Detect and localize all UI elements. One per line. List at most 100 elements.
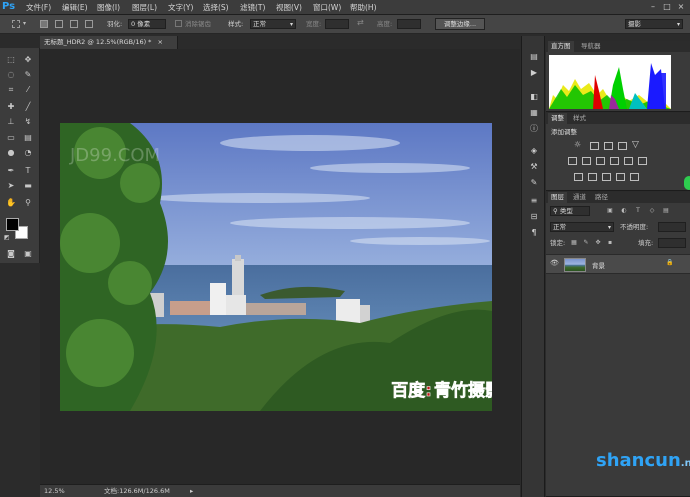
filter-smart-icon[interactable]: ▤ xyxy=(662,207,670,215)
history-icon[interactable]: ▤ xyxy=(528,52,540,62)
path-selection-icon[interactable]: ➤ xyxy=(4,180,18,192)
curves-adjust-icon[interactable] xyxy=(604,142,613,150)
tab-histogram[interactable]: 直方图 xyxy=(548,41,574,52)
intersect-selection-icon[interactable] xyxy=(85,20,93,28)
threshold-icon[interactable] xyxy=(602,173,611,181)
lock-pixels-icon[interactable]: ✎ xyxy=(582,239,590,247)
menu-select[interactable]: 选择(S) xyxy=(203,2,229,13)
hand-tool-icon[interactable]: ✋ xyxy=(4,197,18,209)
tab-paths[interactable]: 路径 xyxy=(592,192,611,203)
lock-transparent-icon[interactable]: ▦ xyxy=(570,239,578,247)
preset-dropdown-icon[interactable]: ▾ xyxy=(23,20,26,27)
tab-styles[interactable]: 样式 xyxy=(570,113,589,124)
lasso-tool-icon[interactable]: ◌ xyxy=(4,69,18,81)
canvas-area[interactable]: JD99.COM 百度: 青竹摄影 ⌛ xyxy=(40,49,630,484)
lock-all-icon[interactable]: ▪ xyxy=(606,239,614,247)
foreground-color-swatch[interactable] xyxy=(6,218,19,231)
filter-adjust-icon[interactable]: ◐ xyxy=(620,207,628,215)
menu-file[interactable]: 文件(F) xyxy=(26,2,51,13)
subtract-selection-icon[interactable] xyxy=(70,20,78,28)
tab-navigator[interactable]: 导航器 xyxy=(578,41,604,52)
quick-mask-icon[interactable]: ◙ xyxy=(4,248,18,260)
height-input[interactable] xyxy=(397,19,421,29)
status-menu-arrow[interactable]: ▸ xyxy=(190,485,193,497)
brightness-adjust-icon[interactable]: ☼ xyxy=(574,140,581,149)
dodge-tool-icon[interactable]: ◔ xyxy=(21,147,35,159)
blend-mode-select[interactable]: 正常 ▾ xyxy=(550,222,614,232)
filter-pixel-icon[interactable]: ▣ xyxy=(606,207,614,215)
close-button[interactable]: × xyxy=(676,2,686,12)
tab-layers[interactable]: 图层 xyxy=(548,192,567,203)
menu-image[interactable]: 图像(I) xyxy=(97,2,120,13)
workspace-select[interactable]: 摄影 ▾ xyxy=(625,19,683,29)
history-brush-icon[interactable]: ↯ xyxy=(21,116,35,128)
color-icon[interactable]: ◧ xyxy=(528,92,540,102)
pen-tool-icon[interactable]: ✒ xyxy=(4,165,18,177)
document-tab[interactable]: 无标题_HDR2 @ 12.5%(RGB/16) * × xyxy=(40,36,178,49)
refine-edge-button[interactable]: 调整边缘... xyxy=(435,18,485,30)
green-float-icon[interactable] xyxy=(684,176,690,190)
eraser-tool-icon[interactable]: ▭ xyxy=(4,132,18,144)
style-select[interactable]: 正常 ▾ xyxy=(250,19,296,29)
photo-filter-icon[interactable] xyxy=(610,157,619,165)
blur-tool-icon[interactable]: ● xyxy=(4,147,18,159)
channel-mixer-icon[interactable] xyxy=(624,157,633,165)
layer-filter-select[interactable]: ⚲ 类型 xyxy=(550,206,590,216)
menu-layer[interactable]: 图层(L) xyxy=(132,2,157,13)
paragraph-icon[interactable]: ¶ xyxy=(528,228,540,238)
new-selection-icon[interactable] xyxy=(40,20,48,28)
zoom-level[interactable]: 12.5% xyxy=(44,485,65,497)
color-lookup-icon[interactable] xyxy=(638,157,647,165)
opacity-input[interactable] xyxy=(658,222,686,232)
tool-presets-icon[interactable]: ⚒ xyxy=(528,162,540,172)
levels-adjust-icon[interactable] xyxy=(590,142,599,150)
color-balance-icon[interactable] xyxy=(582,157,591,165)
vibrance-adjust-icon[interactable]: ▽ xyxy=(632,140,639,150)
feather-input[interactable]: 0 像素 xyxy=(128,19,166,29)
exposure-adjust-icon[interactable] xyxy=(618,142,627,150)
posterize-icon[interactable] xyxy=(588,173,597,181)
info-icon[interactable]: ⓘ xyxy=(528,124,540,134)
menu-view[interactable]: 视图(V) xyxy=(276,2,302,13)
properties-icon[interactable]: ≡ xyxy=(528,196,540,206)
minimize-button[interactable]: – xyxy=(648,2,658,12)
layer-comps-icon[interactable]: ◈ xyxy=(528,146,540,156)
move-tool-icon[interactable]: ✥ xyxy=(21,54,35,66)
selective-color-icon[interactable] xyxy=(630,173,639,181)
brush-icon[interactable]: ✎ xyxy=(528,178,540,188)
hue-saturation-icon[interactable] xyxy=(568,157,577,165)
spot-healing-icon[interactable]: ✚ xyxy=(4,101,18,113)
filter-shape-icon[interactable]: ◇ xyxy=(648,207,656,215)
filter-type-icon[interactable]: T xyxy=(634,207,642,215)
swap-dimensions-icon[interactable]: ⇄ xyxy=(357,18,364,27)
layer-row-background[interactable]: 👁 背景 🔒 xyxy=(546,254,690,274)
type-tool-icon[interactable]: T xyxy=(21,165,35,177)
menu-help[interactable]: 帮助(H) xyxy=(350,2,377,13)
eyedropper-icon[interactable]: ⁄ xyxy=(21,84,35,96)
swatches-icon[interactable]: ▦ xyxy=(528,108,540,118)
menu-type[interactable]: 文字(Y) xyxy=(168,2,193,13)
shape-tool-icon[interactable]: ▬ xyxy=(21,180,35,192)
menu-window[interactable]: 窗口(W) xyxy=(313,2,341,13)
tab-channels[interactable]: 通道 xyxy=(570,192,589,203)
crop-tool-icon[interactable]: ⌗ xyxy=(4,84,18,96)
default-colors-icon[interactable]: ◩ xyxy=(4,234,10,241)
lock-position-icon[interactable]: ✥ xyxy=(594,239,602,247)
black-white-icon[interactable] xyxy=(596,157,605,165)
brush-tool-icon[interactable]: ╱ xyxy=(21,101,35,113)
document-tab-close[interactable]: × xyxy=(158,38,163,46)
photo-canvas[interactable]: JD99.COM 百度: 青竹摄影 xyxy=(60,123,492,411)
add-selection-icon[interactable] xyxy=(55,20,63,28)
antialias-checkbox[interactable] xyxy=(175,20,182,27)
quick-selection-icon[interactable]: ✎ xyxy=(21,69,35,81)
invert-icon[interactable] xyxy=(574,173,583,181)
adjust-icon[interactable]: ⊟ xyxy=(528,212,540,222)
tab-adjustments[interactable]: 调整 xyxy=(548,113,567,124)
clone-stamp-icon[interactable]: ⊥ xyxy=(4,116,18,128)
visibility-eye-icon[interactable]: 👁 xyxy=(550,259,559,267)
menu-edit[interactable]: 编辑(E) xyxy=(62,2,88,13)
actions-icon[interactable]: ▶ xyxy=(528,68,540,78)
width-input[interactable] xyxy=(325,19,349,29)
gradient-tool-icon[interactable]: ▤ xyxy=(21,132,35,144)
maximize-button[interactable]: □ xyxy=(662,2,672,12)
